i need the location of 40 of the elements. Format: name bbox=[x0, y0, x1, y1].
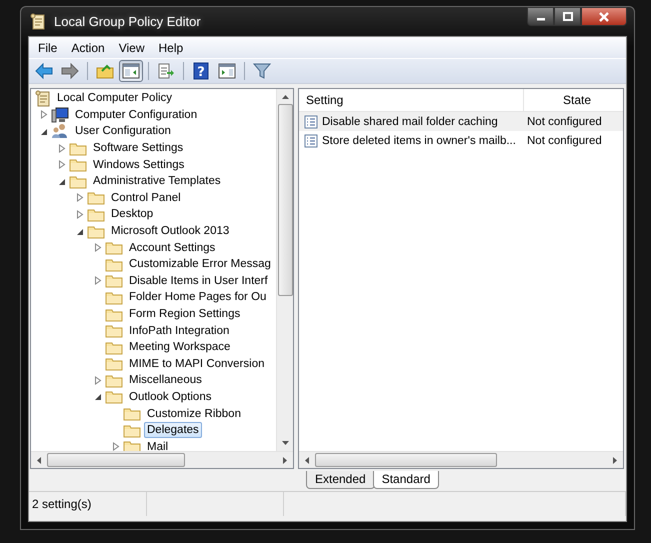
tree-item[interactable]: Folder Home Pages for Ou bbox=[126, 289, 270, 306]
column-header[interactable]: Setting bbox=[299, 89, 523, 111]
tree-item[interactable]: Administrative Templates bbox=[90, 173, 224, 190]
tree-item[interactable]: MIME to MAPI Conversion bbox=[126, 356, 268, 372]
setting-state: Not configured bbox=[526, 134, 603, 146]
setting-state: Not configured bbox=[526, 116, 603, 128]
tree-item[interactable]: Meeting Workspace bbox=[126, 339, 234, 356]
tree-item[interactable]: Desktop bbox=[108, 206, 156, 222]
menu-item[interactable]: Help bbox=[152, 40, 190, 54]
tree-item[interactable]: Disable Items in User Interf bbox=[126, 272, 271, 289]
tree-item[interactable]: Microsoft Outlook 2013 bbox=[108, 223, 232, 240]
status-text: 2 setting(s) bbox=[29, 492, 147, 516]
column-header[interactable]: State bbox=[523, 89, 623, 111]
help-icon: ? bbox=[193, 62, 209, 80]
tree-item[interactable]: Miscellaneous bbox=[126, 372, 205, 388]
menu-item[interactable]: Action bbox=[64, 40, 112, 54]
setting-row[interactable]: Store deleted items in owner's mailb... Not configured bbox=[299, 131, 623, 150]
tree-item[interactable]: Control Panel bbox=[108, 190, 184, 206]
view-tab[interactable]: Extended bbox=[306, 471, 375, 489]
view-tab[interactable]: Standard bbox=[372, 471, 440, 489]
window-title: Local Group Policy Editor bbox=[54, 14, 201, 29]
tree-item[interactable]: Software Settings bbox=[90, 140, 186, 156]
help-button[interactable]: ? bbox=[189, 60, 213, 82]
tree-item[interactable]: Outlook Options bbox=[126, 388, 214, 405]
tree-item[interactable]: Customizable Error Messag bbox=[126, 256, 274, 272]
tree-item[interactable]: Account Settings bbox=[126, 240, 218, 256]
tree-item[interactable]: Local Computer Policy bbox=[54, 90, 176, 106]
menu-item[interactable]: File bbox=[31, 40, 64, 54]
tree-item[interactable]: Form Region Settings bbox=[126, 306, 244, 322]
tree-item[interactable]: Customize Ribbon bbox=[144, 406, 244, 422]
tree-item[interactable]: Computer Configuration bbox=[72, 106, 200, 123]
tree-item[interactable]: User Configuration bbox=[72, 123, 174, 140]
setting-name: Store deleted items in owner's mailb... bbox=[322, 134, 516, 146]
menu-item[interactable]: View bbox=[112, 40, 152, 54]
setting-name: Disable shared mail folder caching bbox=[322, 116, 498, 128]
setting-row[interactable]: Disable shared mail folder caching Not configured bbox=[299, 112, 623, 131]
tree-item[interactable]: Delegates bbox=[144, 422, 202, 438]
tree-item[interactable]: InfoPath Integration bbox=[126, 322, 232, 339]
tree-item[interactable]: Windows Settings bbox=[90, 156, 188, 173]
tree-item[interactable]: Mail bbox=[144, 438, 172, 451]
